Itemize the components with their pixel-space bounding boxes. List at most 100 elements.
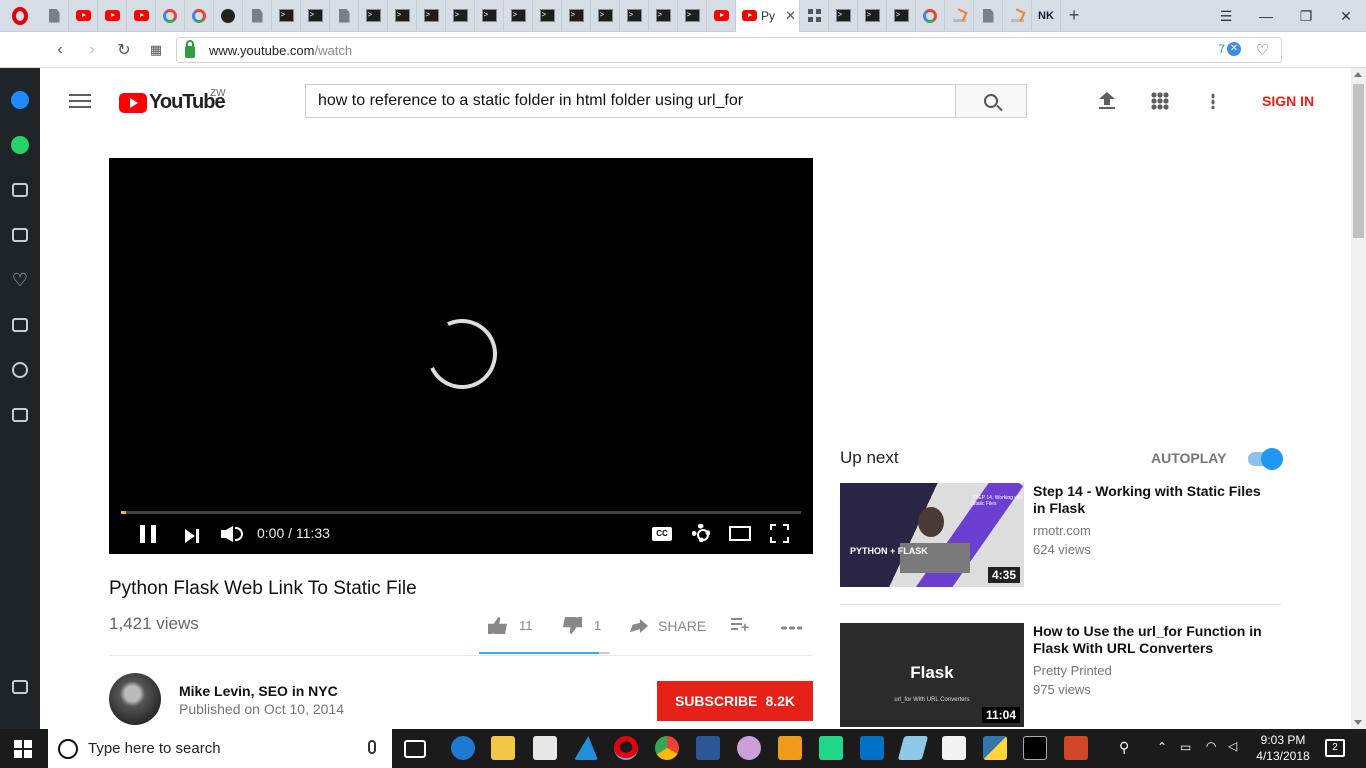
- browser-tab[interactable]: [98, 0, 127, 32]
- video-thumbnail[interactable]: PYTHON + FLASK STEP 14. Working with Sta…: [840, 483, 1024, 587]
- speed-dial-icon[interactable]: [11, 226, 29, 244]
- seek-bar[interactable]: [121, 511, 801, 514]
- opera-taskbar-icon[interactable]: [614, 736, 638, 760]
- search-input[interactable]: how to reference to a static folder in h…: [305, 84, 956, 118]
- paint-icon[interactable]: [737, 736, 761, 760]
- start-windows-icon[interactable]: [14, 740, 32, 758]
- bookmark-heart-icon[interactable]: ♡: [1256, 41, 1269, 59]
- volume-icon[interactable]: ◁: [1228, 739, 1237, 753]
- pycharm-icon[interactable]: [819, 736, 843, 760]
- youtube-logo[interactable]: YouTube: [119, 91, 226, 114]
- python-icon[interactable]: [983, 736, 1007, 760]
- browser-tab[interactable]: >: [417, 0, 446, 32]
- sign-in-button[interactable]: SIGN IN: [1262, 93, 1314, 109]
- browser-tab[interactable]: >: [562, 0, 591, 32]
- add-to-playlist-icon[interactable]: +: [731, 618, 749, 634]
- dislike-button[interactable]: 1: [563, 617, 601, 634]
- share-button[interactable]: SHARE: [630, 618, 706, 634]
- browser-tab[interactable]: [127, 0, 156, 32]
- browser-tab[interactable]: >: [272, 0, 301, 32]
- extensions-cube-icon[interactable]: [11, 406, 29, 424]
- browser-tab[interactable]: >: [678, 0, 707, 32]
- terminal-icon[interactable]: [1023, 736, 1047, 760]
- subscribe-button[interactable]: SUBSCRIBE 8.2K: [657, 681, 813, 721]
- photos-icon[interactable]: [942, 736, 966, 760]
- channel-name[interactable]: Mike Levin, SEO in NYC: [179, 683, 338, 699]
- powerpoint-icon[interactable]: [1064, 736, 1088, 760]
- pause-button[interactable]: [140, 525, 156, 543]
- browser-tab[interactable]: >: [446, 0, 475, 32]
- file-explorer-icon[interactable]: [491, 736, 515, 760]
- whatsapp-icon[interactable]: [11, 136, 29, 154]
- chrome-icon[interactable]: [655, 736, 679, 760]
- bookmarks-heart-icon[interactable]: ♡: [11, 271, 29, 289]
- scroll-thumb[interactable]: [1353, 84, 1364, 238]
- maximize-button[interactable]: ❐: [1286, 8, 1326, 25]
- recommended-video[interactable]: PYTHON + FLASK STEP 14. Working with Sta…: [840, 483, 1282, 587]
- guide-menu-icon[interactable]: [69, 94, 91, 108]
- browser-tab[interactable]: [707, 0, 736, 32]
- browser-tab[interactable]: [156, 0, 185, 32]
- browser-tab[interactable]: >: [829, 0, 858, 32]
- news-icon[interactable]: [11, 316, 29, 334]
- messenger-icon[interactable]: [11, 91, 29, 109]
- recommended-title[interactable]: How to Use the url_for Function in Flask…: [1033, 623, 1265, 657]
- forward-button[interactable]: ›: [76, 41, 108, 59]
- clock[interactable]: 9:03 PM 4/13/2018: [1255, 733, 1311, 763]
- browser-tab[interactable]: [916, 0, 945, 32]
- sharkfin-app-icon[interactable]: [574, 736, 598, 760]
- captions-button[interactable]: CC: [652, 527, 672, 541]
- sublime-text-icon[interactable]: [778, 736, 802, 760]
- browser-tab[interactable]: >: [591, 0, 620, 32]
- browser-tab[interactable]: [1003, 0, 1032, 32]
- browser-tab[interactable]: [800, 0, 829, 32]
- browser-tab[interactable]: >: [887, 0, 916, 32]
- browser-tab[interactable]: [214, 0, 243, 32]
- more-vertical-icon[interactable]: [1211, 93, 1215, 109]
- browser-tab[interactable]: >: [858, 0, 887, 32]
- upload-icon[interactable]: [1099, 92, 1115, 110]
- opera-menu-button[interactable]: [0, 0, 40, 32]
- video-thumbnail[interactable]: Flask url_for With URL Converters 11:04: [840, 623, 1024, 727]
- task-view-icon[interactable]: [404, 740, 426, 758]
- browser-tab[interactable]: [330, 0, 359, 32]
- outlook-icon[interactable]: [860, 736, 884, 760]
- scroll-up-icon[interactable]: [1354, 72, 1362, 77]
- taskbar-search-box[interactable]: Type here to search: [48, 729, 392, 768]
- like-button[interactable]: 11: [488, 617, 533, 634]
- minimize-button[interactable]: —: [1246, 8, 1286, 24]
- browser-tab[interactable]: NK: [1032, 0, 1061, 32]
- tracker-blocker-badge[interactable]: 7 ✕: [1218, 42, 1241, 56]
- volume-button[interactable]: [221, 524, 243, 544]
- browser-tab[interactable]: >: [388, 0, 417, 32]
- new-tab-plus-icon[interactable]: +: [1061, 5, 1087, 26]
- tab-close-icon[interactable]: ✕: [785, 8, 796, 24]
- fullscreen-button[interactable]: [770, 524, 789, 543]
- edge-icon[interactable]: [451, 736, 475, 760]
- history-icon[interactable]: [11, 361, 29, 379]
- browser-tab[interactable]: >: [649, 0, 678, 32]
- notes-icon[interactable]: [897, 736, 929, 760]
- active-tab[interactable]: Py ✕: [736, 0, 800, 32]
- recommended-title[interactable]: Step 14 - Working with Static Files in F…: [1033, 483, 1265, 517]
- speed-dial-button[interactable]: ▦: [140, 42, 172, 58]
- mail-icon[interactable]: [533, 736, 557, 760]
- browser-tab[interactable]: >: [301, 0, 330, 32]
- settings-gear-icon[interactable]: [692, 524, 710, 542]
- autoplay-toggle[interactable]: [1248, 448, 1283, 470]
- browser-tab[interactable]: [185, 0, 214, 32]
- close-window-button[interactable]: ✕: [1326, 8, 1366, 25]
- browser-tab[interactable]: [40, 0, 69, 32]
- microphone-icon[interactable]: [368, 740, 376, 754]
- reload-button[interactable]: ↻: [108, 40, 140, 60]
- recommended-video[interactable]: Flask url_for With URL Converters 11:04 …: [840, 623, 1282, 727]
- browser-tab[interactable]: [974, 0, 1003, 32]
- browser-tab[interactable]: [945, 0, 974, 32]
- battery-icon[interactable]: ▭: [1180, 740, 1191, 754]
- page-scrollbar[interactable]: [1351, 68, 1366, 729]
- browser-tab[interactable]: >: [504, 0, 533, 32]
- channel-avatar[interactable]: [109, 673, 161, 725]
- theater-mode-button[interactable]: [729, 526, 751, 541]
- url-field[interactable]: www.youtube.com/watch 7 ✕ ♡: [176, 37, 1282, 63]
- browser-tab[interactable]: >: [533, 0, 562, 32]
